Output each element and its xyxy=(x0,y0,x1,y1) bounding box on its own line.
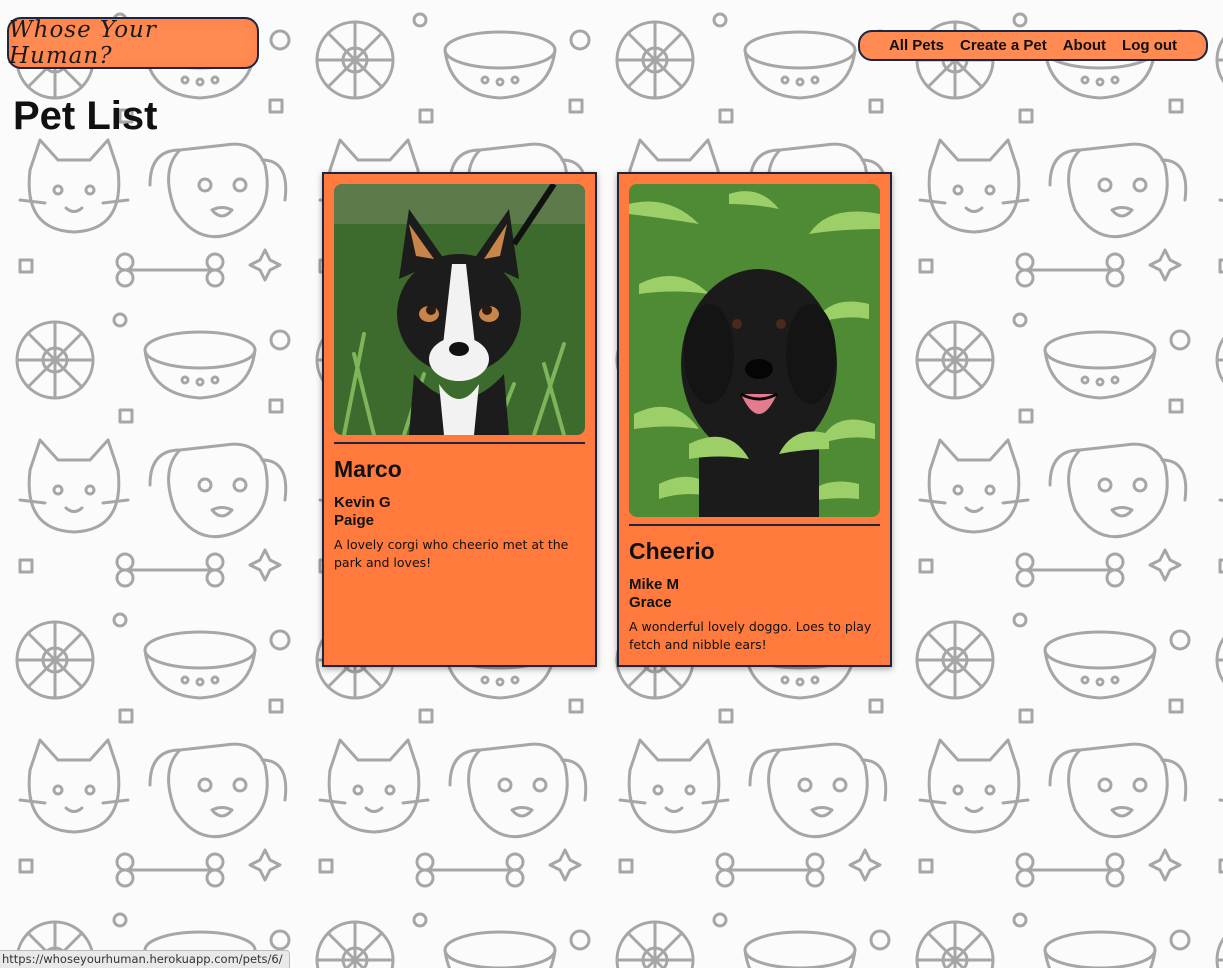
pet-co-owner: Grace xyxy=(629,594,672,611)
pet-card[interactable]: Cheerio Mike M Grace A wonderful lovely … xyxy=(617,172,892,667)
pet-card[interactable]: Marco Kevin G Paige A lovely corgi who c… xyxy=(322,172,597,667)
pet-description: A lovely corgi who cheerio met at the pa… xyxy=(334,537,569,570)
card-divider xyxy=(334,442,585,444)
nav-about[interactable]: About xyxy=(1063,37,1106,54)
page-title: Pet List xyxy=(13,94,158,138)
black-doodle-photo-icon xyxy=(629,184,880,517)
nav-all-pets[interactable]: All Pets xyxy=(889,37,944,54)
browser-status-url: https://whoseyourhuman.herokuapp.com/pet… xyxy=(0,950,290,968)
nav-log-out[interactable]: Log out xyxy=(1122,37,1177,54)
pet-owner: Mike M xyxy=(629,576,680,593)
site-logo[interactable]: Whose Your Human? xyxy=(7,17,259,69)
pet-co-owner: Paige xyxy=(334,512,375,529)
pet-name[interactable]: Marco xyxy=(334,456,402,483)
pet-owner: Kevin G xyxy=(334,494,391,511)
nav-create-pet[interactable]: Create a Pet xyxy=(960,37,1047,54)
pet-doodle-background xyxy=(0,0,1223,968)
corgi-photo-icon xyxy=(334,184,585,435)
logo-text: Whose Your Human? xyxy=(9,17,157,69)
pet-photo[interactable] xyxy=(334,184,585,435)
card-divider xyxy=(629,524,880,526)
pet-photo[interactable] xyxy=(629,184,880,517)
main-nav: All Pets Create a Pet About Log out xyxy=(858,30,1208,61)
pet-name[interactable]: Cheerio xyxy=(629,538,715,565)
pet-description: A wonderful lovely doggo. Loes to play f… xyxy=(629,619,872,652)
